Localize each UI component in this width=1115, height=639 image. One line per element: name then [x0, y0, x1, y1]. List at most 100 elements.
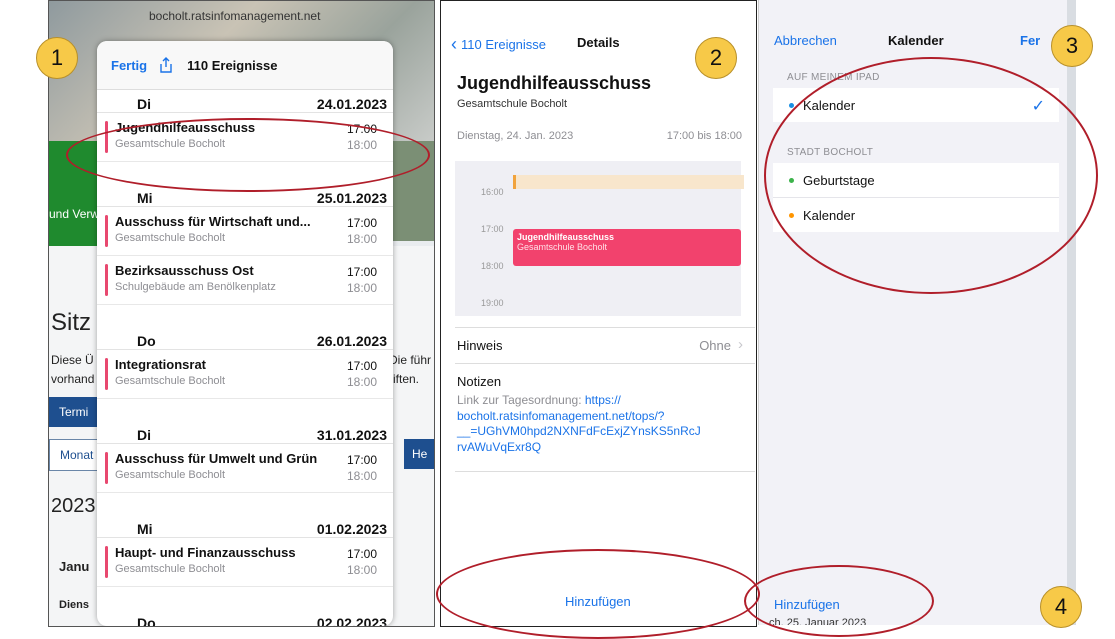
day-name: Mi — [137, 521, 153, 537]
event-block[interactable]: Jugendhilfeausschuss Gesamtschule Bochol… — [513, 229, 741, 266]
event-end: 18:00 — [346, 281, 377, 295]
back-button[interactable]: ‹ 110 Ereignisse — [451, 34, 546, 55]
event-block-title: Jugendhilfeausschuss — [517, 232, 615, 242]
background-edge — [1067, 0, 1076, 625]
divider — [455, 363, 755, 364]
notes-prefix: Link zur Tagesordnung: — [457, 393, 585, 407]
hour-19: 19:00 — [481, 298, 504, 308]
bg-monat-label: Monat — [60, 448, 94, 462]
bg-termin-button: Termi — [49, 397, 97, 427]
notes-text: Link zur Tagesordnung: https:// bocholt.… — [457, 393, 747, 455]
event-title: Haupt- und Finanzausschuss — [115, 545, 296, 560]
event-title: Jugendhilfeausschuss — [457, 73, 652, 93]
day-date: 01.02.2023 — [316, 521, 387, 537]
event-start: 17:00 — [346, 547, 377, 561]
done-button-partial[interactable]: Fer — [1020, 33, 1040, 48]
cancel-button[interactable]: Abbrechen — [774, 33, 837, 48]
day-header: Mi 01.02.2023 — [97, 515, 393, 538]
bg-monat-field: Monat — [49, 439, 101, 471]
day-header: Do 02.02.2023 — [97, 609, 393, 626]
calendar-color-bar — [105, 358, 108, 390]
highlight-ellipse-add-picker — [744, 565, 934, 637]
event-row[interactable]: Integrationsrat Gesamtschule Bocholt 17:00… — [97, 350, 393, 399]
bg-text-janu: Janu — [59, 559, 90, 574]
event-end: 18:00 — [346, 563, 377, 577]
event-title: Bezirksausschuss Ost — [115, 263, 254, 278]
nav-title: Details — [577, 35, 620, 50]
sheet-title: 110 Ereignisse — [187, 57, 278, 73]
event-place: Gesamtschule Bocholt — [457, 98, 568, 110]
event-title: Ausschuss für Umwelt und Grün — [115, 451, 318, 466]
back-label: 110 Ereignisse — [461, 37, 547, 52]
bg-text-year: 2023 — [51, 495, 96, 517]
bg-text-diese: Diese Ü — [51, 353, 94, 367]
step-badge-1: 1 — [36, 37, 78, 79]
done-button[interactable]: Fertig — [111, 58, 147, 73]
bg-text-sitz: Sitz — [51, 309, 92, 336]
event-row[interactable]: Bezirksausschuss Ost Schulgebäude am Benö… — [97, 256, 393, 305]
notes-label: Notizen — [457, 374, 502, 389]
bg-text-diens: Diens — [59, 599, 89, 611]
notes-link-part-1[interactable]: https:// — [585, 393, 621, 407]
alert-row[interactable]: Hinweis Ohne › — [455, 328, 755, 363]
group-gap — [97, 305, 393, 327]
event-title: Ausschuss für Wirtschaft und... — [115, 214, 311, 229]
event-block-place: Gesamtschule Bocholt — [517, 242, 608, 252]
alert-label: Hinweis — [457, 338, 503, 353]
hour-16: 16:00 — [481, 187, 504, 197]
step-badge-3: 3 — [1051, 25, 1093, 67]
event-row[interactable]: Ausschuss für Umwelt und Grün Gesamtschul… — [97, 444, 393, 493]
notes-link-part-2[interactable]: bocholt.ratsinfomanagement.net/tops/? — [457, 409, 664, 423]
picker-title: Kalender — [888, 33, 944, 48]
calendar-color-bar — [105, 452, 108, 484]
day-date: 26.01.2023 — [316, 333, 387, 349]
event-place: Gesamtschule Bocholt — [115, 232, 226, 244]
step-badge-4: 4 — [1040, 586, 1082, 628]
event-end: 18:00 — [346, 469, 377, 483]
hour-18: 18:00 — [481, 261, 504, 271]
event-time: 17:00 bis 18:00 — [666, 130, 742, 142]
day-name: Di — [137, 96, 151, 112]
highlight-ellipse-calendars — [764, 57, 1098, 294]
highlight-ellipse-add — [436, 549, 760, 639]
day-name: Di — [137, 427, 151, 443]
chevron-right-icon: › — [738, 336, 743, 353]
bg-he-label: He — [412, 447, 428, 461]
bg-text-vorhand: vorhand — [51, 372, 95, 386]
group-gap — [97, 587, 393, 609]
day-name: Mi — [137, 190, 153, 206]
notes-link-part-4[interactable]: rvAWuVqExr8Q — [457, 440, 541, 454]
event-end: 18:00 — [346, 375, 377, 389]
highlight-ellipse-event — [66, 118, 430, 192]
group-gap — [97, 399, 393, 421]
event-place: Gesamtschule Bocholt — [115, 563, 226, 575]
day-date: 25.01.2023 — [316, 190, 387, 206]
share-icon[interactable] — [159, 57, 173, 73]
chevron-left-icon: ‹ — [451, 34, 457, 54]
event-start: 17:00 — [346, 359, 377, 373]
event-start: 17:00 — [346, 265, 377, 279]
hour-17: 17:00 — [481, 224, 504, 234]
day-name: Do — [137, 333, 156, 349]
bg-text-und-verw: und Verw — [49, 207, 100, 221]
day-date: 24.01.2023 — [316, 96, 387, 112]
step-badge-2: 2 — [695, 37, 737, 79]
bg-he-button: He — [404, 439, 434, 469]
event-row[interactable]: Ausschuss für Wirtschaft und... Gesamtsch… — [97, 207, 393, 256]
calendar-color-bar — [105, 546, 108, 578]
notes-link-part-3[interactable]: __=UGhVM0hpd2NXNFdFcExjZYnsKS5nRcJ — [457, 424, 701, 438]
calendar-color-bar — [105, 215, 108, 247]
day-header: Di 24.01.2023 — [97, 90, 393, 113]
event-start: 17:00 — [346, 216, 377, 230]
day-timeline: 16:00 17:00 18:00 19:00 Jugendhilfeaussc… — [455, 161, 744, 316]
event-date: Dienstag, 24. Jan. 2023 — [457, 130, 574, 142]
bg-text-die-fuehr: Die führ — [389, 353, 432, 367]
group-gap — [97, 493, 393, 515]
event-row[interactable]: Haupt- und Finanzausschuss Gesamtschule B… — [97, 538, 393, 587]
divider — [455, 471, 755, 472]
event-place: Gesamtschule Bocholt — [115, 469, 226, 481]
sheet-header: Fertig 110 Ereignisse — [97, 41, 393, 90]
event-end: 18:00 — [346, 232, 377, 246]
panel-event-details: ‹ 110 Ereignisse Details Jugendhilfeauss… — [440, 0, 757, 627]
day-date: 02.02.2023 — [316, 615, 387, 626]
